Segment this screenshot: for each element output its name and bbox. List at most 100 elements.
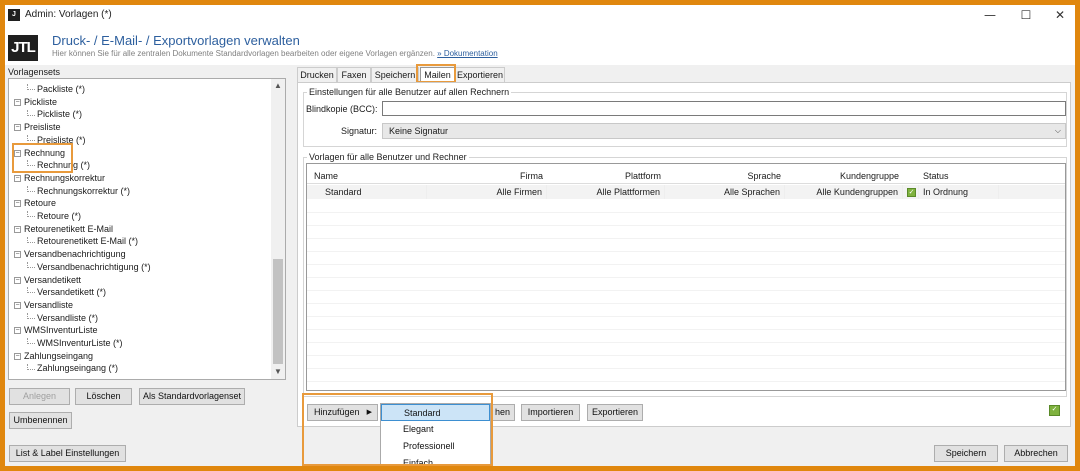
empty-row — [307, 213, 1065, 226]
collapse-icon[interactable]: − — [14, 124, 21, 132]
tree-item-group[interactable]: − Versandbenachrichtigung — [14, 248, 126, 261]
page-title: Druck- / E-Mail- / Exportvorlagen verwal… — [52, 33, 300, 48]
tree-item-group[interactable]: − Versandliste — [14, 299, 73, 312]
tree-item-child[interactable]: Rechnungskorrektur (*) — [27, 185, 130, 198]
scroll-down-icon[interactable]: ▼ — [271, 365, 285, 379]
empty-row — [307, 200, 1065, 213]
collapse-icon[interactable]: − — [14, 98, 21, 106]
scroll-thumb[interactable] — [273, 259, 283, 364]
tree-item-group[interactable]: − WMSInventurListe — [14, 324, 98, 337]
bcc-label: Blindkopie (BCC): — [306, 104, 378, 114]
maximize-icon[interactable]: ☐ — [1016, 7, 1036, 23]
tree-item-label: Retoure — [24, 198, 57, 209]
tree-item-group[interactable]: − Rechnungskorrektur — [14, 172, 105, 185]
abbrechen-button[interactable]: Abbrechen — [1004, 445, 1068, 462]
templates-grid[interactable]: Name Firma Plattform Sprache Kundengrupp… — [306, 163, 1066, 391]
exportieren-button[interactable]: Exportieren — [587, 404, 643, 421]
tree-line — [27, 211, 35, 218]
tree-item-label: Packliste (*) — [37, 84, 86, 94]
tree-item-child[interactable]: WMSInventurListe (*) — [27, 337, 123, 350]
tree-item-label: Retourenetikett E-Mail — [24, 223, 114, 234]
close-icon[interactable]: ✕ — [1050, 7, 1070, 23]
loeschen-button[interactable]: Löschen — [75, 388, 132, 405]
status-ok-icon: ✓ — [1049, 405, 1063, 417]
tree-item-label: Versandetikett (*) — [37, 287, 107, 298]
umbenennen-button[interactable]: Umbenennen — [9, 412, 72, 429]
signature-value: Keine Signatur — [389, 126, 449, 136]
tree-item-label: WMSInventurListe (*) — [37, 338, 123, 348]
tree-item-label: WMSInventurListe — [24, 325, 98, 336]
tree-item-label: Versandetikett — [24, 274, 82, 285]
tab-exportieren[interactable]: Exportieren — [455, 67, 505, 82]
tree-item-group[interactable]: − Preisliste — [14, 121, 61, 134]
tree-line — [27, 84, 35, 91]
documentation-link[interactable]: » Dokumentation — [437, 49, 497, 58]
jtl-logo: JTL — [8, 35, 38, 61]
tree-item-child[interactable]: Versandbenachrichtigung (*) — [27, 261, 151, 274]
tree-item-child[interactable]: Packliste (*) — [27, 83, 85, 96]
tree-item-group[interactable]: − Versandetikett — [14, 274, 81, 287]
col-sprache[interactable]: Sprache — [665, 169, 785, 183]
empty-row — [307, 356, 1065, 369]
vorlagensets-tree[interactable]: ▲ ▼ Packliste (*) − Pickliste Pickliste (*)… — [8, 78, 286, 380]
collapse-icon[interactable]: − — [14, 302, 21, 310]
tree-item-label: Rechnungskorrektur (*) — [37, 185, 131, 196]
speichern-button[interactable]: Speichern — [934, 445, 998, 462]
collapse-icon[interactable]: − — [14, 327, 21, 335]
tree-line — [27, 236, 35, 243]
als-standardvorlagenset-button[interactable]: Als Standardvorlagenset — [139, 388, 245, 405]
empty-row — [307, 226, 1065, 239]
tab-drucken[interactable]: Drucken — [297, 67, 337, 82]
col-status[interactable]: Status — [919, 169, 999, 183]
page-header: JTL Druck- / E-Mail- / Exportvorlagen ve… — [5, 27, 1075, 65]
signature-label: Signatur: — [341, 126, 378, 136]
mailen-tab-highlight — [416, 64, 456, 83]
col-plattform[interactable]: Plattform — [547, 169, 665, 183]
empty-row — [307, 265, 1065, 278]
tree-item-child[interactable]: Versandliste (*) — [27, 312, 98, 325]
hinzufuegen-highlight — [302, 393, 493, 466]
tree-scrollbar[interactable]: ▲ ▼ — [271, 79, 285, 379]
cell-firma: Alle Firmen — [427, 185, 547, 199]
tree-line — [27, 338, 35, 345]
vorlagensets-label: Vorlagensets — [8, 67, 61, 77]
tree-item-label: Versandbenachrichtigung (*) — [37, 261, 151, 272]
collapse-icon[interactable]: − — [14, 352, 21, 360]
tree-item-label: Pickliste — [24, 96, 58, 107]
tree-item-group[interactable]: − Retoure — [14, 197, 56, 210]
tree-item-child[interactable]: Retoure (*) — [27, 210, 81, 223]
table-row[interactable]: Standard Alle Firmen Alle Plattformen Al… — [307, 185, 1065, 199]
anlegen-button[interactable]: Anlegen — [9, 388, 70, 405]
tab-speichern[interactable]: Speichern — [371, 67, 419, 82]
signature-select[interactable]: Keine Signatur ⌵ — [382, 123, 1066, 139]
tree-item-label: Pickliste (*) — [37, 109, 83, 120]
collapse-icon[interactable]: − — [14, 251, 21, 259]
empty-row — [307, 304, 1065, 317]
importieren-button[interactable]: Importieren — [521, 404, 580, 421]
scroll-up-icon[interactable]: ▲ — [271, 79, 285, 93]
bcc-input[interactable] — [382, 101, 1066, 116]
tree-item-group[interactable]: − Zahlungseingang — [14, 350, 93, 363]
col-kundengruppe[interactable]: Kundengruppe — [785, 169, 903, 183]
tree-item-child[interactable]: Retourenetikett E-Mail (*) — [27, 235, 138, 248]
tree-line — [27, 134, 35, 141]
tree-item-label: Retoure (*) — [37, 211, 82, 221]
collapse-icon[interactable]: − — [14, 276, 21, 284]
tree-item-group[interactable]: − Retourenetikett E-Mail — [14, 223, 113, 236]
collapse-icon[interactable]: − — [14, 200, 21, 208]
tree-item-child[interactable]: Pickliste (*) — [27, 108, 82, 121]
col-firma[interactable]: Firma — [427, 169, 547, 183]
tab-faxen[interactable]: Faxen — [337, 67, 371, 82]
cell-sprache: Alle Sprachen — [665, 185, 785, 199]
collapse-icon[interactable]: − — [14, 225, 21, 233]
tree-item-group[interactable]: − Pickliste — [14, 96, 57, 109]
empty-row — [307, 343, 1065, 356]
col-name[interactable]: Name — [310, 169, 427, 183]
title-bar: J Admin: Vorlagen (*) — ☐ ✕ — [5, 5, 1075, 27]
tree-item-child[interactable]: Versandetikett (*) — [27, 286, 106, 299]
tree-item-child[interactable]: Zahlungseingang (*) — [27, 362, 118, 375]
minimize-icon[interactable]: — — [980, 7, 1000, 23]
collapse-icon[interactable]: − — [14, 175, 21, 183]
empty-row — [307, 382, 1065, 390]
list-label-settings-button[interactable]: List & Label Einstellungen — [9, 445, 126, 462]
